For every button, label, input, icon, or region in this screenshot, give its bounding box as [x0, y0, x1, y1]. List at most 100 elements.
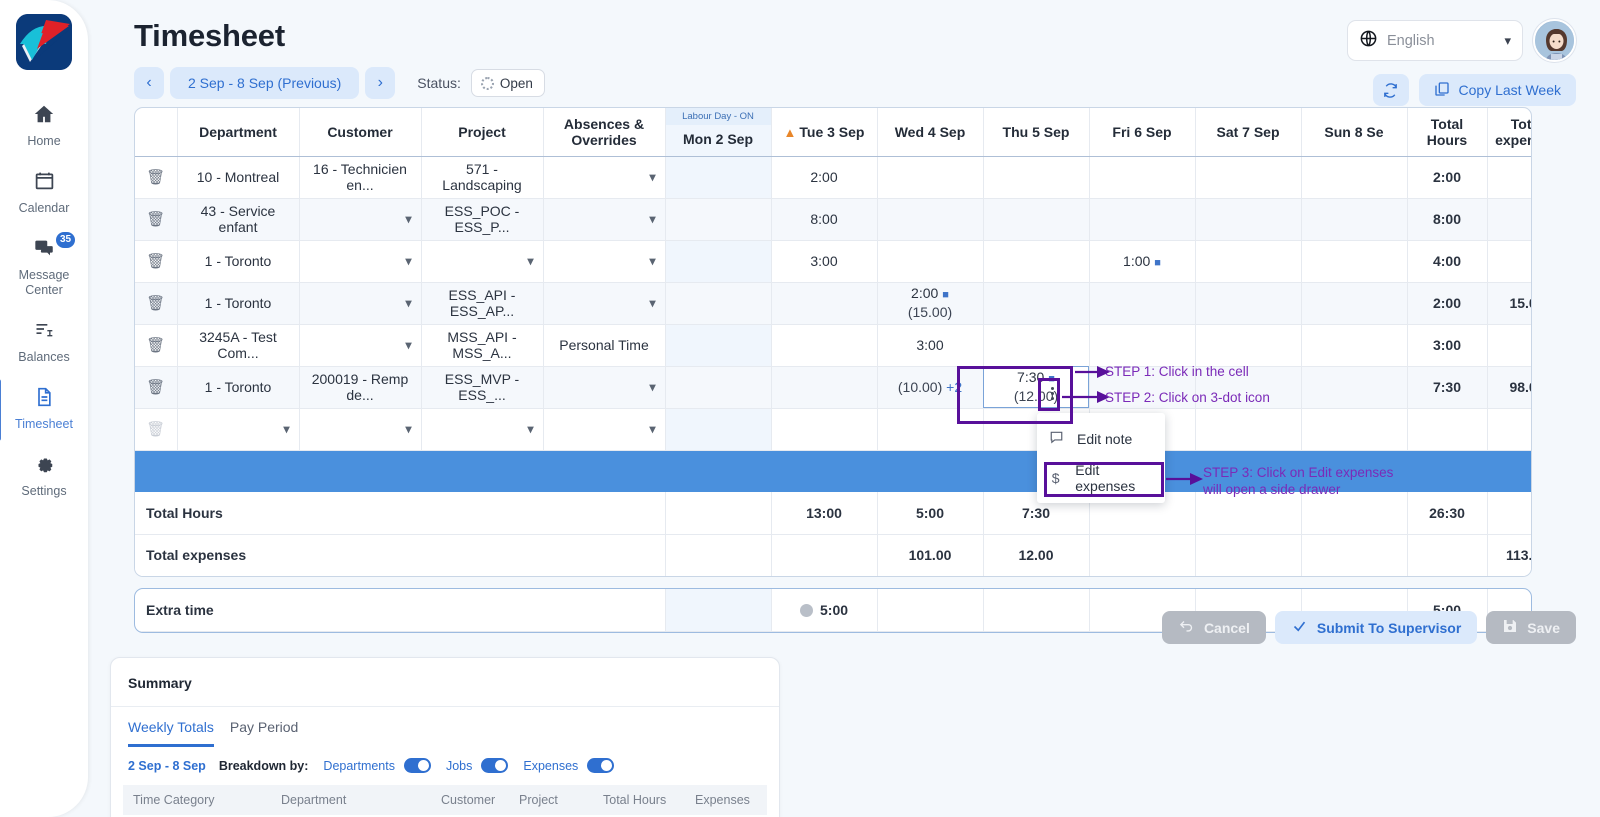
cell-day-tue[interactable]: 3:00: [771, 240, 878, 283]
cell-customer[interactable]: 200019 - Remp de...: [299, 366, 422, 409]
cancel-button[interactable]: Cancel: [1161, 611, 1266, 644]
cell-day-thu[interactable]: [983, 156, 1090, 199]
th-customer[interactable]: Customer: [299, 108, 422, 157]
table-row[interactable]: 🗑 1 - Toronto ▾ ▾ ▾ 3:00 1:00 ■ 4:00: [135, 240, 1531, 283]
cell-day-fri[interactable]: [1089, 324, 1196, 367]
cell-absence[interactable]: ▾: [543, 366, 666, 409]
cell-project[interactable]: ESS_POC - ESS_P...: [421, 198, 544, 241]
cell-day-wed[interactable]: 2:00 ■ (15.00): [877, 282, 984, 325]
cell-day-sun[interactable]: [1301, 156, 1408, 199]
cell-day-wed[interactable]: [877, 156, 984, 199]
sidebar-item-settings[interactable]: Settings: [0, 442, 88, 509]
cell-day-fri[interactable]: [1089, 282, 1196, 325]
sidebar-item-home[interactable]: Home: [0, 92, 88, 159]
cell-day-tue[interactable]: [771, 366, 878, 409]
delete-row-button[interactable]: 🗑: [135, 366, 178, 409]
cell-day-sat[interactable]: [1195, 240, 1302, 283]
trash-icon[interactable]: 🗑: [146, 295, 165, 312]
cell-absence[interactable]: ▾: [543, 198, 666, 241]
delete-row-button[interactable]: 🗑: [135, 282, 178, 325]
cell-day-wed[interactable]: [877, 198, 984, 241]
cell-customer[interactable]: ▾: [299, 198, 422, 241]
cell-department[interactable]: ▾: [177, 408, 300, 451]
cell-day-fri[interactable]: 1:00 ■: [1089, 240, 1196, 283]
cell-day-tue[interactable]: 8:00: [771, 198, 878, 241]
cell-day-sun[interactable]: [1301, 366, 1408, 409]
sidebar-item-timesheet[interactable]: Timesheet: [0, 375, 88, 442]
submit-button[interactable]: Submit To Supervisor: [1274, 611, 1478, 644]
table-row[interactable]: 🗑 3245A - Test Com... ▾ MSS_API - MSS_A.…: [135, 324, 1531, 367]
cell-absence[interactable]: ▾: [543, 408, 666, 451]
cell-day-thu[interactable]: [983, 282, 1090, 325]
cell-day-tue[interactable]: [771, 282, 878, 325]
cell-project[interactable]: ▾: [421, 240, 544, 283]
cell-day-fri[interactable]: [1089, 366, 1196, 409]
toggle-jobs[interactable]: [481, 758, 509, 773]
cell-day-sun[interactable]: [1301, 240, 1408, 283]
refresh-icon[interactable]: [1372, 74, 1409, 106]
cell-day-tue[interactable]: 2:00: [771, 156, 878, 199]
delete-row-button[interactable]: 🗑: [135, 198, 178, 241]
cell-department[interactable]: 1 - Toronto: [177, 240, 300, 283]
cell-customer[interactable]: ▾: [299, 282, 422, 325]
cell-customer[interactable]: 16 - Technicien en...: [299, 156, 422, 199]
cell-day-sat[interactable]: [1195, 366, 1302, 409]
th-day-fri[interactable]: Fri 6 Sep: [1089, 108, 1196, 157]
cell-day-sun[interactable]: [1301, 282, 1408, 325]
cell-day-sat[interactable]: [1195, 408, 1302, 451]
cell-absence[interactable]: ▾: [543, 240, 666, 283]
cell-day-sat[interactable]: [1195, 324, 1302, 367]
cell-day-thu[interactable]: [983, 240, 1090, 283]
th-day-sat[interactable]: Sat 7 Sep: [1195, 108, 1302, 157]
cell-day-tue[interactable]: [771, 408, 878, 451]
cell-department[interactable]: 43 - Service enfant: [177, 198, 300, 241]
table-row[interactable]: 🗑 10 - Montreal 16 - Technicien en... 57…: [135, 156, 1531, 199]
cell-day-wed[interactable]: 3:00: [877, 324, 984, 367]
cell-department[interactable]: 10 - Montreal: [177, 156, 300, 199]
cell-department[interactable]: 1 - Toronto: [177, 366, 300, 409]
cell-project[interactable]: ESS_API - ESS_AP...: [421, 282, 544, 325]
next-week-button[interactable]: ›: [365, 67, 396, 99]
table-row[interactable]: 🗑 ▾ ▾ ▾ ▾: [135, 408, 1531, 451]
th-day-tue[interactable]: ▲ Tue 3 Sep: [771, 108, 878, 157]
cell-project[interactable]: MSS_API - MSS_A...: [421, 324, 544, 367]
cell-absence[interactable]: Personal Time: [543, 324, 666, 367]
cell-absence[interactable]: ▾: [543, 156, 666, 199]
th-day-mon[interactable]: Labour Day - ON Mon 2 Sep: [664, 108, 772, 157]
cell-day-sat[interactable]: [1195, 198, 1302, 241]
cell-day-mon[interactable]: [664, 324, 772, 367]
tab-weekly-totals[interactable]: Weekly Totals: [128, 719, 214, 747]
trash-icon[interactable]: 🗑: [146, 253, 165, 270]
cell-day-sun[interactable]: [1301, 324, 1408, 367]
cell-day-sat[interactable]: [1195, 282, 1302, 325]
cell-customer[interactable]: ▾: [299, 324, 422, 367]
save-button[interactable]: Save: [1486, 611, 1576, 644]
delete-row-button[interactable]: 🗑: [135, 156, 178, 199]
prev-week-button[interactable]: ‹: [134, 67, 164, 99]
cell-day-fri[interactable]: [1089, 198, 1196, 241]
table-row[interactable]: 🗑 1 - Toronto 200019 - Remp de... ESS_MV…: [135, 366, 1531, 409]
trash-icon[interactable]: 🗑: [146, 379, 165, 396]
trash-icon[interactable]: 🗑: [146, 169, 165, 186]
toggle-departments[interactable]: [403, 758, 431, 773]
cell-day-mon[interactable]: [664, 240, 772, 283]
cell-department[interactable]: 3245A - Test Com...: [177, 324, 300, 367]
tab-pay-period[interactable]: Pay Period: [230, 719, 298, 747]
cell-day-fri[interactable]: [1089, 156, 1196, 199]
table-row[interactable]: 🗑 43 - Service enfant ▾ ESS_POC - ESS_P.…: [135, 198, 1531, 241]
cell-day-sun[interactable]: [1301, 408, 1408, 451]
th-day-wed[interactable]: Wed 4 Sep: [877, 108, 984, 157]
sidebar-item-calendar[interactable]: Calendar: [0, 159, 88, 226]
cell-day-mon[interactable]: [664, 366, 772, 409]
th-absences[interactable]: Absences & Overrides: [543, 108, 666, 157]
cell-day-thu[interactable]: [983, 198, 1090, 241]
menu-item-edit-note[interactable]: Edit note: [1037, 419, 1165, 458]
copy-last-week-button[interactable]: Copy Last Week: [1418, 74, 1576, 106]
language-select[interactable]: English ▾: [1347, 20, 1523, 61]
cell-day-mon[interactable]: [664, 408, 772, 451]
cell-customer[interactable]: ▾: [299, 408, 422, 451]
cell-day-mon[interactable]: [664, 198, 772, 241]
th-day-thu[interactable]: Thu 5 Sep: [983, 108, 1090, 157]
cell-customer[interactable]: ▾: [299, 240, 422, 283]
th-department[interactable]: Department: [177, 108, 300, 157]
